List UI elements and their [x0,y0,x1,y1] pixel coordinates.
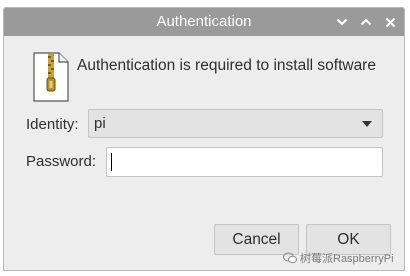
chevron-down-icon [336,18,348,26]
close-icon [385,17,395,27]
minimize-button[interactable] [332,12,352,32]
identity-label: Identity: [26,116,79,133]
title-bar[interactable]: Authentication [4,8,404,36]
zip-archive-icon [33,52,69,102]
watermark-text: 树莓派RaspberryPi [300,253,394,265]
identity-selected-value: pi [94,115,106,132]
authentication-dialog: Authentication Authentication is require… [3,7,405,271]
dropdown-arrow-icon [362,121,372,127]
chevron-up-icon [360,18,372,26]
maximize-button[interactable] [356,12,376,32]
watermark: 树莓派RaspberryPi [283,250,394,266]
password-input[interactable] [106,147,383,177]
identity-select[interactable]: pi [88,109,383,138]
text-cursor [111,153,112,171]
auth-message: Authentication is required to install so… [77,57,376,74]
close-button[interactable] [380,12,400,32]
wechat-logo-icon [283,252,297,264]
password-label: Password: [26,153,97,170]
